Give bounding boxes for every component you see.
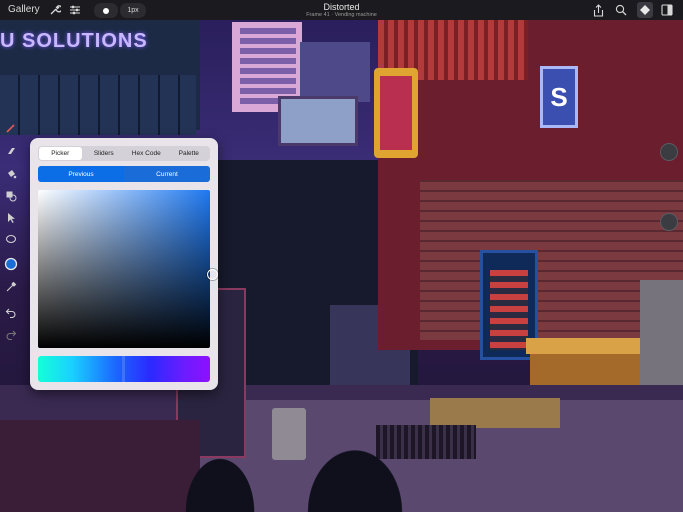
opacity-slider-handle[interactable] <box>660 213 678 231</box>
zoom-icon[interactable] <box>614 3 627 17</box>
tab-picker[interactable]: Picker <box>39 147 82 160</box>
art-window-grid <box>0 75 196 135</box>
bucket-icon[interactable] <box>3 166 19 182</box>
art-yellow-sign-inner <box>380 76 412 150</box>
adjustments-icon[interactable] <box>68 3 82 17</box>
art-plant-center <box>300 440 410 512</box>
pencil-icon[interactable] <box>3 120 19 136</box>
art-plant-left <box>180 450 260 512</box>
current-color-button[interactable]: Current <box>124 166 210 182</box>
eraser-icon[interactable] <box>3 143 19 159</box>
brush-dot <box>103 7 109 14</box>
layers-icon[interactable] <box>637 2 653 18</box>
select-icon[interactable] <box>3 210 19 226</box>
art-vending-glow <box>490 270 528 350</box>
brush-icon[interactable] <box>94 3 118 18</box>
hue-slider[interactable] <box>38 356 210 382</box>
lasso-icon[interactable] <box>3 231 19 247</box>
undo-icon[interactable] <box>3 304 19 320</box>
tab-palette[interactable]: Palette <box>168 146 211 161</box>
top-bar: Gallery 1px Distorted Frame 41 · Vending… <box>0 0 683 20</box>
saturation-value-area[interactable] <box>38 190 218 348</box>
shape-icon[interactable] <box>3 188 19 204</box>
brush-size-slider-handle[interactable] <box>660 143 678 161</box>
color-selector-handle[interactable] <box>207 269 218 280</box>
eyedropper-icon[interactable] <box>3 279 19 295</box>
redo-icon[interactable] <box>3 326 19 342</box>
previous-current-swatch: Previous Current <box>38 166 210 182</box>
previous-color-button[interactable]: Previous <box>38 166 124 182</box>
art-tower-windows <box>240 28 296 106</box>
tab-hex-code[interactable]: Hex Code <box>125 146 168 161</box>
art-rug <box>430 398 560 428</box>
hue-slider-handle[interactable] <box>122 356 125 382</box>
wrench-icon[interactable] <box>48 3 62 17</box>
color-picker-panel: Picker Sliders Hex Code Palette Previous… <box>30 138 218 390</box>
art-red-floor-left <box>0 420 200 512</box>
art-sign: U SOLUTIONS <box>0 30 148 52</box>
panels-icon[interactable] <box>660 3 674 17</box>
share-icon[interactable] <box>592 3 605 17</box>
color-icon[interactable] <box>3 256 19 272</box>
art-shop-table-top <box>526 338 654 354</box>
art-tower-right <box>300 42 370 102</box>
tab-sliders[interactable]: Sliders <box>83 146 126 161</box>
color-mode-tabs: Picker Sliders Hex Code Palette <box>38 146 210 161</box>
art-s-sign: S <box>540 66 578 128</box>
gallery-button[interactable]: Gallery <box>8 4 40 15</box>
brush-size-button[interactable]: 1px <box>120 3 146 18</box>
art-billboard <box>278 96 358 146</box>
